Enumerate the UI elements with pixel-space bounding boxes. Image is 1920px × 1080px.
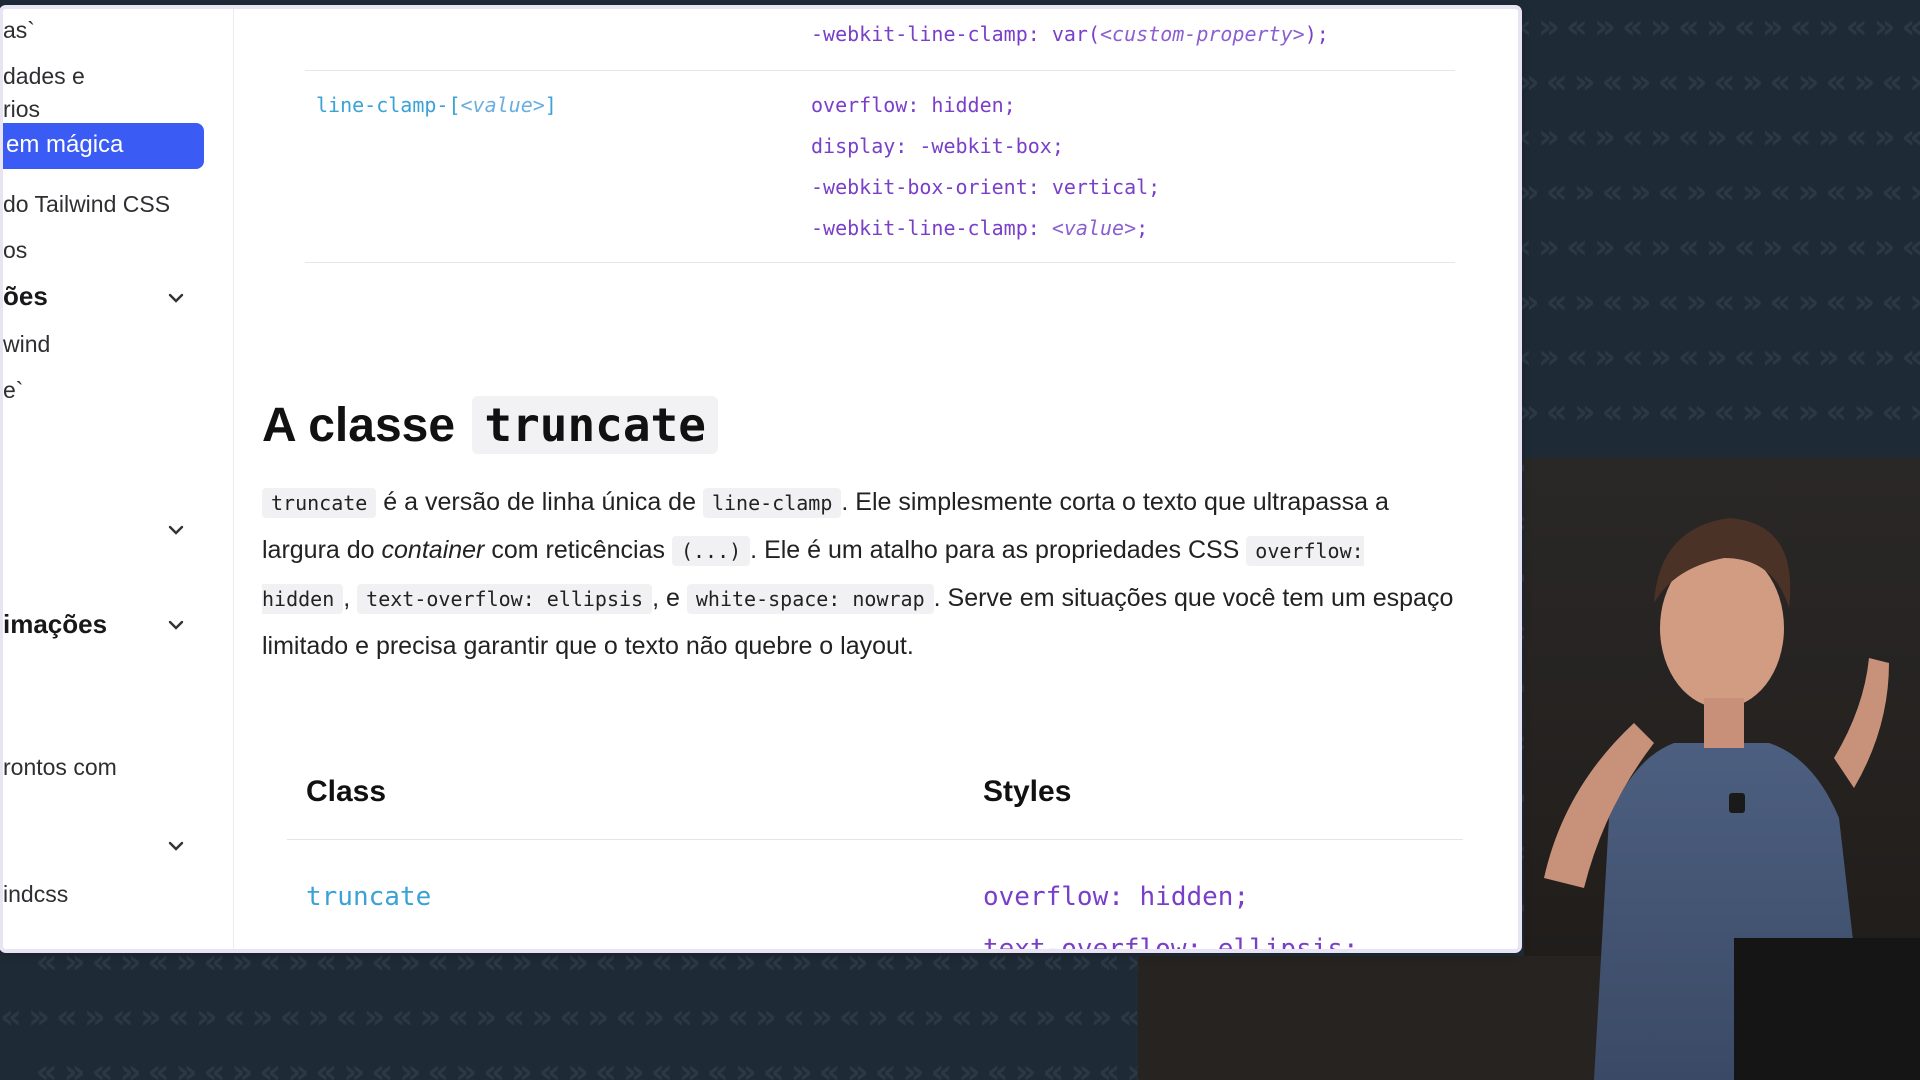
presenter-silhouette — [1544, 518, 1920, 1080]
chevron-down-icon[interactable] — [165, 519, 187, 541]
sidebar-section[interactable]: ões — [3, 281, 48, 311]
section-heading: A classe truncate — [262, 396, 718, 454]
sidebar-section[interactable]: imações — [3, 609, 107, 639]
sidebar-item[interactable]: as` — [3, 15, 35, 45]
sidebar-item-active[interactable]: em mágica — [3, 123, 204, 169]
style-line: overflow: hidden; — [811, 93, 1016, 117]
sidebar-item[interactable]: do Tailwind CSS — [3, 189, 170, 219]
sidebar-item-label: em mágica — [6, 131, 124, 158]
chevron-down-icon[interactable] — [165, 835, 187, 857]
sidebar-item[interactable]: rios — [3, 94, 40, 124]
sidebar-item[interactable]: e` — [3, 375, 23, 405]
table-divider — [305, 70, 1455, 71]
chevron-down-icon[interactable] — [165, 614, 187, 636]
sidebar-item[interactable]: indcss — [3, 879, 68, 909]
style-line: -webkit-line-clamp: <value>; — [811, 216, 1149, 240]
table-cell-class: truncate — [306, 882, 432, 912]
sidebar-item[interactable]: wind — [3, 329, 50, 359]
style-line: text-overflow: ellipsis; — [983, 934, 1359, 949]
table-header-styles: Styles — [983, 775, 1072, 808]
table-divider — [287, 839, 1463, 840]
chevron-down-icon[interactable] — [165, 287, 187, 309]
section-paragraph: truncate é a versão de linha única de li… — [262, 488, 1454, 660]
heading-code: truncate — [472, 396, 718, 454]
sidebar-item[interactable]: rontos com — [3, 752, 117, 782]
sidebar-item[interactable]: os — [3, 235, 27, 265]
style-line: display: -webkit-box; — [811, 134, 1064, 158]
table-cell-class: line-clamp-[<value>] — [316, 93, 557, 117]
style-line: -webkit-box-orient: vertical; — [811, 175, 1161, 199]
table-divider — [305, 262, 1455, 263]
docs-content: -webkit-line-clamp: var(<custom-property… — [233, 9, 1518, 949]
table-header-class: Class — [306, 775, 387, 808]
style-line: -webkit-line-clamp: var(<custom-property… — [811, 22, 1329, 46]
docs-sidebar: as` dades e rios em mágica do Tailwind C… — [3, 9, 234, 949]
browser-window: as` dades e rios em mágica do Tailwind C… — [3, 9, 1518, 949]
sidebar-item[interactable]: dades e — [3, 61, 85, 91]
style-line: overflow: hidden; — [983, 882, 1250, 912]
